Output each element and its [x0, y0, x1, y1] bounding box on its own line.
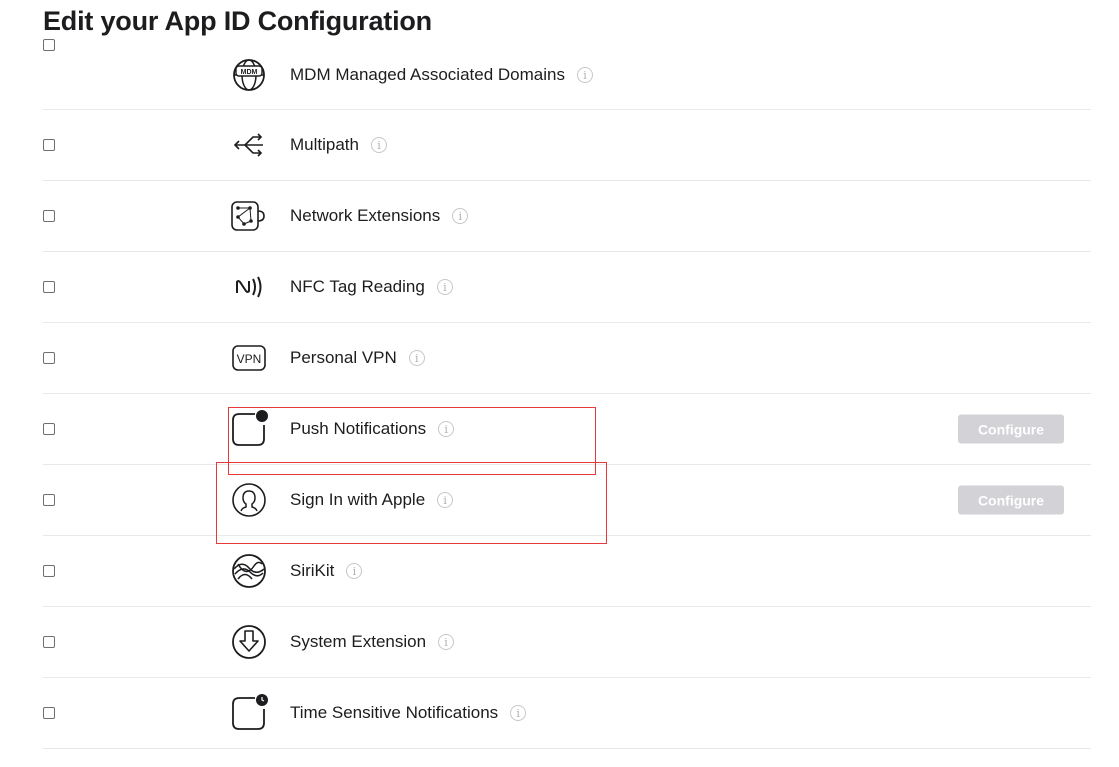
capability-name: Time Sensitive Notifications: [290, 703, 499, 722]
network-extensions-icon: [229, 196, 269, 236]
system-extension-icon: [229, 622, 269, 662]
capability-label: Personal VPN i: [290, 348, 425, 368]
push-notifications-configure-button[interactable]: Configure: [958, 414, 1064, 444]
svg-text:VPN: VPN: [237, 352, 262, 366]
nfc-tag-reading-checkbox[interactable]: [43, 281, 55, 293]
capability-label: Sign In with Apple i: [290, 490, 454, 510]
capability-name: MDM Managed Associated Domains: [290, 65, 565, 84]
capabilities-list: MDM MDM Managed Associated Domains i Mul…: [43, 39, 1091, 749]
sirikit-checkbox[interactable]: [43, 565, 55, 577]
capability-label: Network Extensions i: [290, 206, 469, 226]
push-notifications-checkbox[interactable]: [43, 423, 55, 435]
capability-label: Multipath i: [290, 135, 387, 155]
time-sensitive-notifications-checkbox[interactable]: [43, 707, 55, 719]
siri-icon: [229, 551, 269, 591]
capability-row-sirikit: SiriKit i: [43, 536, 1091, 607]
time-sensitive-notification-icon: [229, 693, 269, 733]
capability-row-mdm-managed-associated-domains: MDM MDM Managed Associated Domains i: [43, 39, 1091, 110]
capability-row-multipath: Multipath i: [43, 110, 1091, 181]
info-icon[interactable]: i: [370, 137, 387, 153]
person-circle-icon: [229, 480, 269, 520]
multipath-arrows-icon: [229, 125, 269, 165]
info-icon[interactable]: i: [510, 705, 527, 721]
capability-row-network-extensions: Network Extensions i: [43, 181, 1091, 252]
capability-row-personal-vpn: VPN Personal VPN i: [43, 323, 1091, 394]
capability-name: Push Notifications: [290, 419, 427, 438]
multipath-checkbox[interactable]: [43, 139, 55, 151]
capability-name: NFC Tag Reading: [290, 277, 425, 296]
capability-name: Sign In with Apple: [290, 490, 426, 509]
capability-name: Personal VPN: [290, 348, 397, 367]
capability-label: Push Notifications i: [290, 419, 455, 439]
mdm-managed-associated-domains-checkbox[interactable]: [43, 39, 55, 51]
capability-label: Time Sensitive Notifications i: [290, 703, 527, 723]
capability-name: Multipath: [290, 135, 359, 154]
sign-in-with-apple-configure-button[interactable]: Configure: [958, 485, 1064, 515]
capability-name: System Extension: [290, 632, 427, 651]
capability-label: System Extension i: [290, 632, 455, 652]
nfc-icon: [229, 267, 269, 307]
app-id-config-page: Edit your App ID Configuration MDM MDM M…: [0, 0, 1119, 767]
info-icon[interactable]: i: [408, 350, 425, 366]
globe-mdm-icon: MDM: [229, 55, 269, 95]
capability-name: Network Extensions: [290, 206, 441, 225]
capability-label: SiriKit i: [290, 561, 363, 581]
capability-row-sign-in-with-apple: Sign In with Apple i Configure: [43, 465, 1091, 536]
network-extensions-checkbox[interactable]: [43, 210, 55, 222]
sign-in-with-apple-checkbox[interactable]: [43, 494, 55, 506]
push-notification-icon: [229, 409, 269, 449]
capability-name: SiriKit: [290, 561, 335, 580]
info-icon[interactable]: i: [346, 563, 363, 579]
info-icon[interactable]: i: [438, 634, 455, 650]
capability-row-nfc-tag-reading: NFC Tag Reading i: [43, 252, 1091, 323]
info-icon[interactable]: i: [438, 421, 455, 437]
vpn-icon: VPN: [229, 338, 269, 378]
info-icon[interactable]: i: [437, 492, 454, 508]
info-icon[interactable]: i: [452, 208, 469, 224]
page-title: Edit your App ID Configuration: [43, 6, 432, 36]
svg-text:MDM: MDM: [241, 69, 258, 76]
capability-row-system-extension: System Extension i: [43, 607, 1091, 678]
capability-label: MDM Managed Associated Domains i: [290, 65, 593, 85]
capability-row-push-notifications: Push Notifications i Configure: [43, 394, 1091, 465]
capability-row-time-sensitive-notifications: Time Sensitive Notifications i: [43, 678, 1091, 749]
capability-label: NFC Tag Reading i: [290, 277, 453, 297]
info-icon[interactable]: i: [436, 279, 453, 295]
personal-vpn-checkbox[interactable]: [43, 352, 55, 364]
system-extension-checkbox[interactable]: [43, 636, 55, 648]
info-icon[interactable]: i: [576, 67, 593, 83]
